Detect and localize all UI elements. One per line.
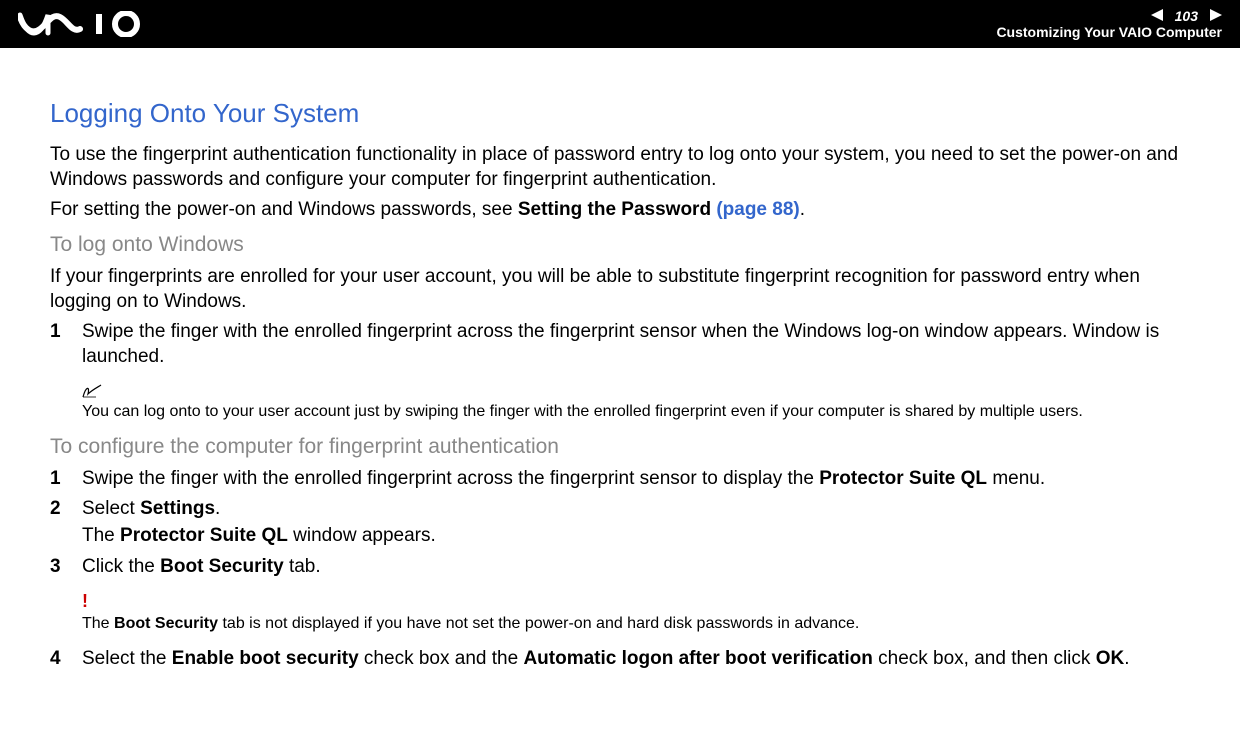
note-block: You can log onto to your user account ju…: [82, 382, 1190, 423]
page-number: 103: [1175, 8, 1198, 24]
step-text: Select Settings. The Protector Suite QL …: [82, 497, 1190, 548]
step-number: 4: [50, 647, 82, 672]
step-1: 1 Swipe the finger with the enrolled fin…: [50, 320, 1190, 369]
step-text: Swipe the finger with the enrolled finge…: [82, 467, 1190, 492]
header-subtitle: Customizing Your VAIO Computer: [996, 24, 1222, 40]
note-icon: [82, 382, 1190, 400]
subheading-configure: To configure the computer for fingerprin…: [50, 435, 1190, 459]
ref-prefix: For setting the power-on and Windows pas…: [50, 199, 518, 220]
warning-block: ! The Boot Security tab is not displayed…: [82, 591, 1190, 635]
note-text: You can log onto to your user account ju…: [82, 402, 1190, 423]
header-right: 103 Customizing Your VAIO Computer: [996, 8, 1222, 40]
cfg-step-3: 3 Click the Boot Security tab.: [50, 555, 1190, 580]
warning-text: The Boot Security tab is not displayed i…: [82, 614, 1190, 635]
step-subtext: The Protector Suite QL window appears.: [82, 524, 1190, 549]
step-number: 1: [50, 467, 82, 492]
page-nav: 103: [1151, 8, 1222, 24]
page-link-88[interactable]: (page 88): [716, 199, 799, 220]
cfg-step-1: 1 Swipe the finger with the enrolled fin…: [50, 467, 1190, 492]
nav-next-icon[interactable]: [1204, 8, 1222, 24]
content-area: Logging Onto Your System To use the fing…: [0, 48, 1240, 698]
cfg-step-2: 2 Select Settings. The Protector Suite Q…: [50, 497, 1190, 548]
sub1-paragraph: If your fingerprints are enrolled for yo…: [50, 265, 1190, 314]
step-text: Swipe the finger with the enrolled finge…: [82, 320, 1190, 369]
header-bar: 103 Customizing Your VAIO Computer: [0, 0, 1240, 48]
warning-icon: !: [82, 591, 1190, 612]
step-number: 2: [50, 497, 82, 548]
nav-prev-icon[interactable]: [1151, 8, 1169, 24]
vaio-logo: [18, 11, 158, 37]
page-title: Logging Onto Your System: [50, 98, 1190, 129]
subheading-log-windows: To log onto Windows: [50, 233, 1190, 257]
step-number: 1: [50, 320, 82, 369]
step-text: Select the Enable boot security check bo…: [82, 647, 1190, 672]
ref-bold: Setting the Password: [518, 199, 716, 220]
ref-suffix: .: [800, 199, 805, 220]
step-text: Click the Boot Security tab.: [82, 555, 1190, 580]
cfg-step-4: 4 Select the Enable boot security check …: [50, 647, 1190, 672]
intro-paragraph: To use the fingerprint authentication fu…: [50, 143, 1190, 192]
step-number: 3: [50, 555, 82, 580]
reference-paragraph: For setting the power-on and Windows pas…: [50, 198, 1190, 223]
